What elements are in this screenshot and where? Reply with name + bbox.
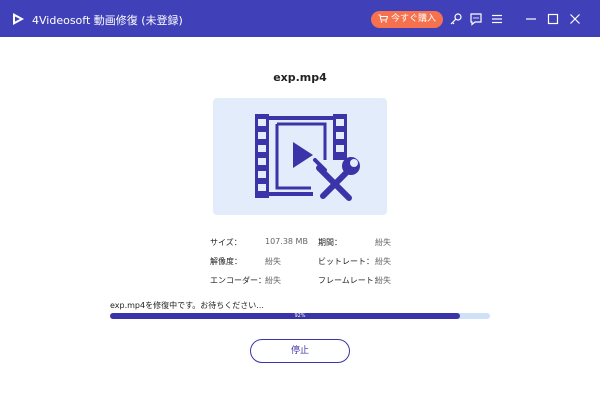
resolution-label: 解像度： — [210, 257, 242, 266]
encoder-label: エンコーダー： — [210, 276, 266, 285]
buy-now-label: 今すぐ購入 — [390, 14, 436, 24]
menu-icon[interactable] — [490, 12, 504, 26]
repair-progress-bar: 92% — [110, 313, 490, 319]
main-panel: exp.mp4 サイズ： 107.38 MB 期間： 紛失 解像度： 紛失 ビッ… — [0, 37, 600, 395]
stop-button[interactable]: 停止 — [250, 339, 350, 363]
video-preview — [213, 98, 387, 215]
key-icon[interactable] — [449, 12, 463, 26]
framerate-label: フレームレート： — [318, 276, 382, 285]
size-label: サイズ： — [210, 238, 242, 247]
duration-label: 期間： — [318, 238, 342, 247]
progress-percent: 92% — [294, 313, 306, 319]
bitrate-label: ビットレート： — [318, 257, 374, 266]
video-repair-icon — [255, 114, 360, 201]
app-title: 4Videosoft 動画修復 (未登録) — [32, 14, 183, 27]
duration-value: 紛失 — [375, 238, 391, 247]
bitrate-value: 紛失 — [375, 257, 391, 266]
feedback-icon[interactable] — [469, 12, 483, 26]
cart-icon — [378, 14, 389, 23]
maximize-icon[interactable] — [546, 12, 560, 26]
encoder-value: 紛失 — [265, 276, 281, 285]
buy-now-button[interactable]: 今すぐ購入 — [371, 11, 443, 28]
file-name: exp.mp4 — [273, 71, 327, 84]
repair-status-text: exp.mp4を修復中です。お待ちください... — [110, 301, 264, 310]
minimize-icon[interactable] — [524, 12, 538, 26]
app-logo-icon — [11, 11, 25, 25]
resolution-value: 紛失 — [265, 257, 281, 266]
framerate-value: 紛失 — [375, 276, 391, 285]
close-icon[interactable] — [568, 12, 582, 26]
size-value: 107.38 MB — [265, 237, 308, 246]
title-bar: 4Videosoft 動画修復 (未登録) 今すぐ購入 — [0, 0, 600, 37]
